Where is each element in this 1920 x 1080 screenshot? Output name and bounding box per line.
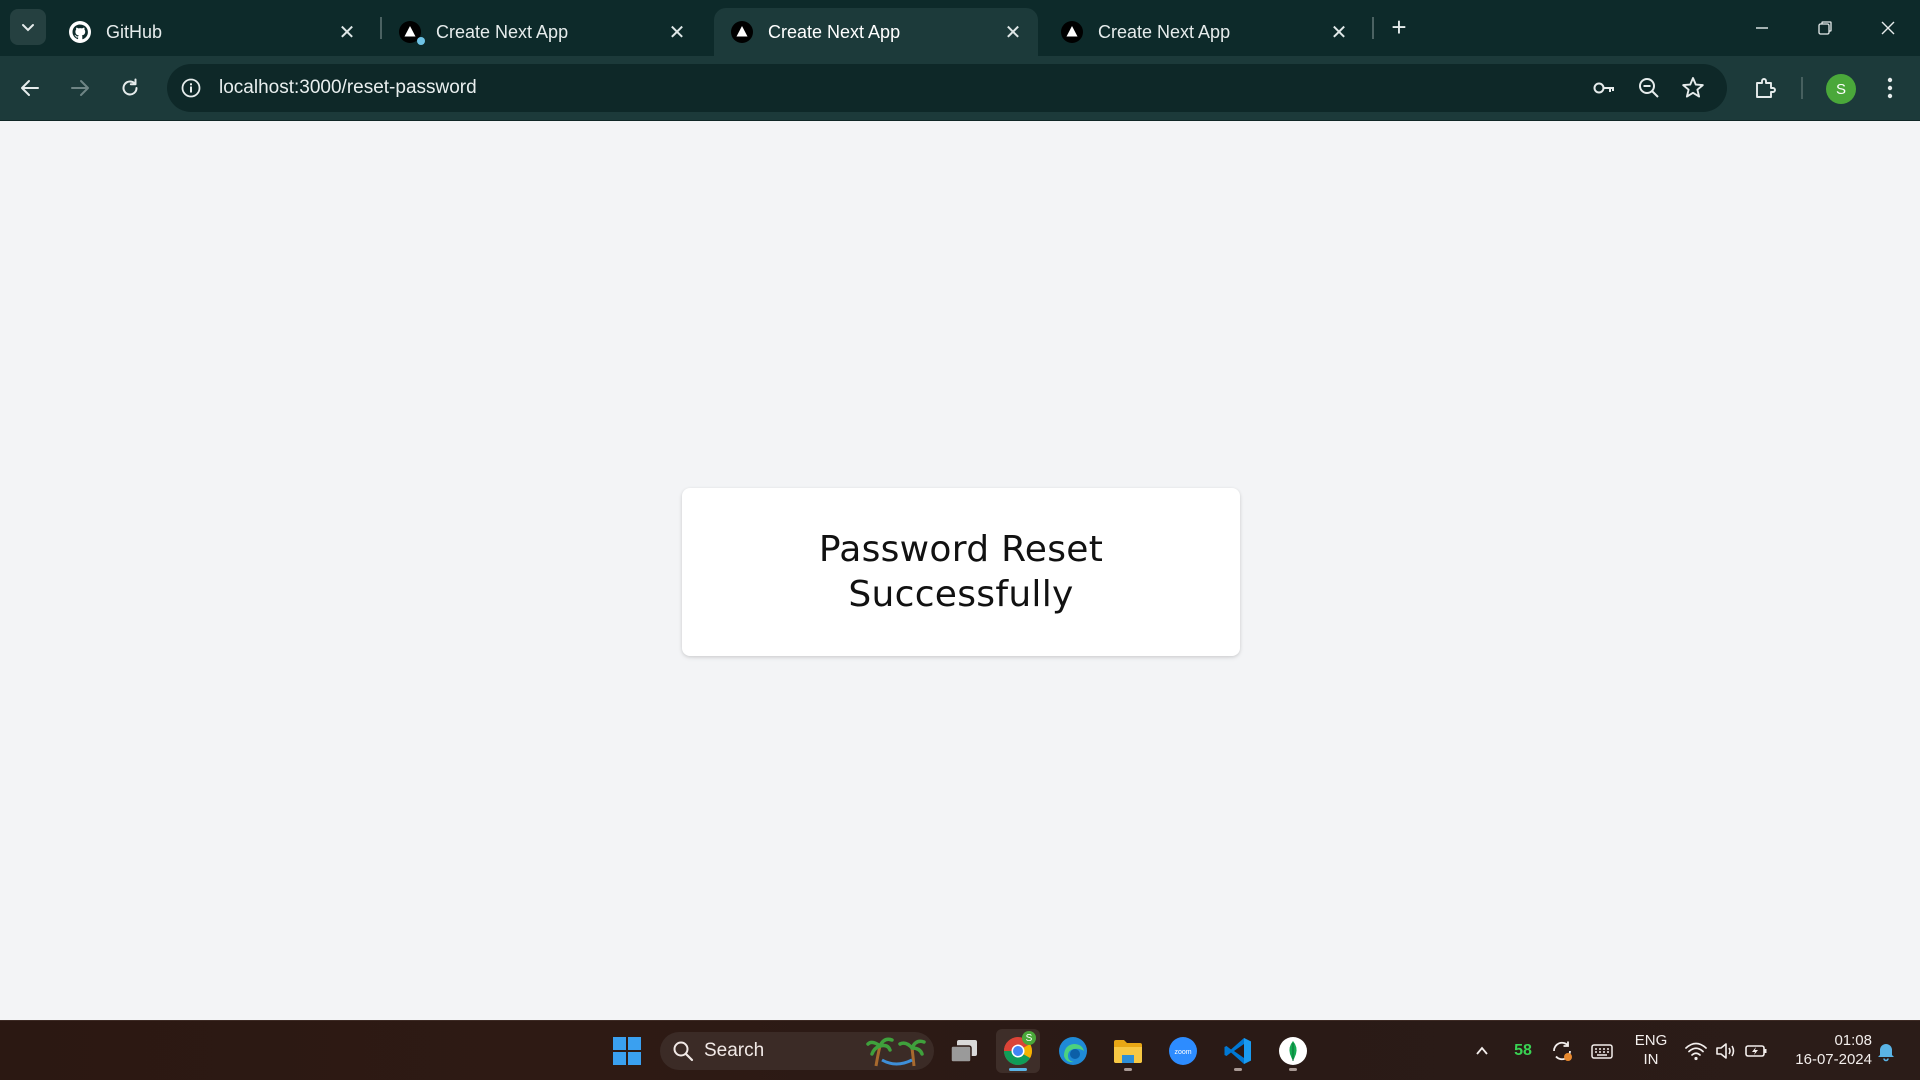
minimize-icon [1755,27,1768,29]
close-icon [1881,21,1894,35]
zoom-icon: zoom [1169,1037,1197,1065]
tab-search-button[interactable] [10,9,46,45]
clock[interactable]: 01:08 16-07-2024 [1782,1031,1872,1069]
nextjs-icon [1060,20,1084,44]
password-key-icon[interactable] [1591,75,1617,101]
extensions-button[interactable] [1747,70,1783,106]
message-line-1: Password Reset [818,529,1104,570]
taskbar-vscode[interactable] [1216,1029,1260,1073]
browser-toolbar: localhost:3000/reset-password S [0,56,1920,121]
language-code: ENG [1634,1032,1668,1049]
mongodb-compass-icon [1279,1037,1307,1065]
task-view-icon [950,1040,977,1063]
close-icon[interactable]: ✕ [666,21,688,44]
page-viewport: Password Reset Successfully [0,122,1920,1020]
language-indicator[interactable]: ENG IN [1628,1031,1674,1069]
tab-title: Create Next App [1098,21,1231,42]
toolbar-divider [1801,77,1803,99]
vscode-icon [1224,1038,1251,1064]
close-icon[interactable]: ✕ [336,21,358,44]
battery-charging-icon[interactable] [1744,1039,1768,1063]
taskbar-chrome[interactable]: S [996,1029,1040,1073]
reload-button[interactable] [112,70,148,106]
tab-strip: GitHub ✕ Create Next App ✕ Create Next A… [0,0,1920,56]
back-button[interactable] [12,70,48,106]
forward-button[interactable] [62,70,98,106]
puzzle-icon [1756,78,1776,98]
close-icon[interactable]: ✕ [1002,21,1024,44]
new-tab-button[interactable]: + [1383,11,1415,43]
sync-status-icon[interactable] [1550,1039,1574,1063]
chevron-down-icon [22,24,34,32]
running-indicator [1124,1068,1132,1071]
taskbar-zoom[interactable]: zoom [1161,1029,1205,1073]
running-indicator [1234,1068,1242,1071]
tab-title: GitHub [106,21,163,42]
tab-title: Create Next App [768,21,901,42]
tab-github[interactable]: GitHub ✕ [52,8,372,56]
zoom-wordmark: zoom [1174,1049,1191,1056]
clock-date: 16-07-2024 [1795,1051,1872,1068]
bookmark-star-icon[interactable] [1680,75,1706,101]
success-message: Password Reset Successfully [791,527,1131,617]
loading-dot-icon [417,37,425,45]
success-card: Password Reset Successfully [682,488,1240,656]
volume-icon[interactable] [1714,1039,1738,1063]
search-label: Search [704,1040,765,1061]
restore-icon [1817,21,1832,35]
profile-avatar[interactable]: S [1826,74,1856,104]
url-text[interactable]: localhost:3000/reset-password [219,77,477,99]
tab-title: Create Next App [436,21,569,42]
address-bar[interactable]: localhost:3000/reset-password [167,64,1727,112]
clock-time: 01:08 [1834,1032,1872,1049]
tab-separator [1372,17,1374,39]
task-view-button[interactable] [942,1029,986,1073]
taskbar-search[interactable]: Search [660,1032,934,1070]
nextjs-icon [730,20,754,44]
menu-button[interactable] [1872,70,1908,106]
github-icon [68,20,92,44]
windows-taskbar: Search S zoom 58 ENG IN 01:08 16-07-2024 [0,1020,1920,1080]
chevron-up-icon [1476,1046,1488,1055]
region-code: IN [1643,1051,1659,1068]
kebab-menu-icon [1887,77,1893,99]
nextjs-icon [398,20,425,45]
site-info-icon[interactable] [179,76,203,100]
zoom-out-icon[interactable] [1636,75,1662,101]
start-button[interactable] [605,1029,649,1073]
folder-icon [1114,1040,1142,1063]
arrow-right-icon [71,80,89,96]
reload-icon [122,78,138,96]
tab-create-next-app-active[interactable]: Create Next App ✕ [714,8,1038,56]
tab-create-next-app-1[interactable]: Create Next App ✕ [382,8,702,56]
search-icon [673,1041,694,1062]
taskbar-file-explorer[interactable] [1106,1029,1150,1073]
minimize-button[interactable] [1730,0,1793,56]
arrow-left-icon [21,80,39,96]
taskbar-mongodb-compass[interactable] [1271,1029,1315,1073]
close-icon[interactable]: ✕ [1328,21,1350,44]
edge-icon [1059,1037,1087,1065]
windows-logo-icon [613,1037,641,1065]
bell-icon [1878,1044,1894,1062]
palm-trees-icon [866,1037,926,1067]
message-line-2: Successfully [848,574,1074,615]
running-indicator [1009,1068,1027,1071]
tray-counter[interactable]: 58 [1510,1041,1536,1060]
running-indicator [1289,1068,1297,1071]
show-hidden-icons-button[interactable] [1470,1039,1494,1063]
wifi-icon[interactable] [1684,1039,1708,1063]
tab-create-next-app-3[interactable]: Create Next App ✕ [1044,8,1364,56]
restore-button[interactable] [1793,0,1856,56]
close-window-button[interactable] [1856,0,1919,56]
chrome-profile-badge: S [1022,1031,1036,1045]
taskbar-edge[interactable] [1051,1029,1095,1073]
notifications-button[interactable] [1874,1039,1898,1063]
keyboard-icon[interactable] [1590,1039,1614,1063]
